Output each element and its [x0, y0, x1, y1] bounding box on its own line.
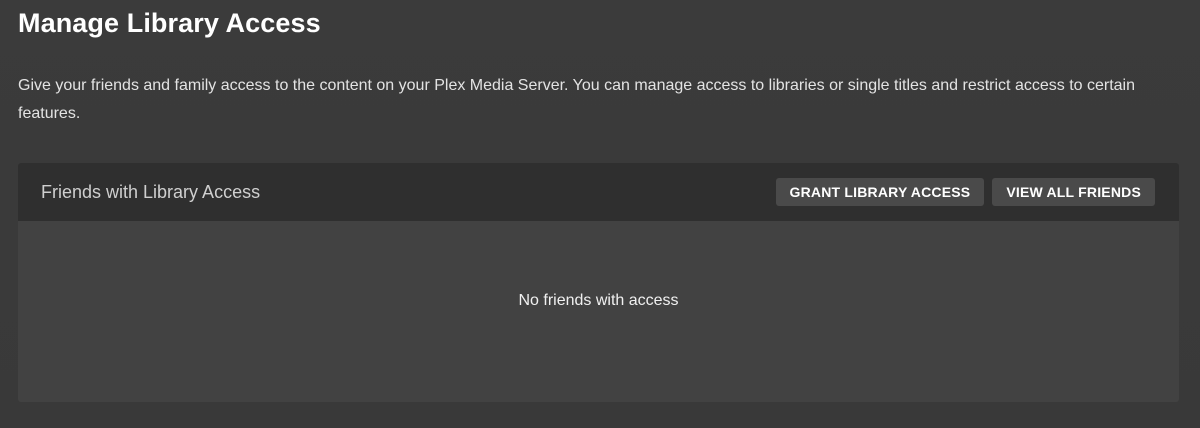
panel-body: No friends with access — [18, 221, 1179, 402]
panel-header: Friends with Library Access GRANT LIBRAR… — [18, 163, 1179, 221]
manage-library-access-page: Manage Library Access Give your friends … — [0, 0, 1200, 428]
empty-state-message: No friends with access — [518, 291, 679, 309]
panel-title: Friends with Library Access — [41, 181, 261, 202]
friends-library-access-panel: Friends with Library Access GRANT LIBRAR… — [18, 163, 1179, 402]
page-description: Give your friends and family access to t… — [18, 77, 1135, 122]
grant-library-access-button[interactable]: GRANT LIBRARY ACCESS — [775, 178, 985, 206]
page-title: Manage Library Access — [18, 8, 321, 38]
view-all-friends-button[interactable]: VIEW ALL FRIENDS — [992, 178, 1155, 206]
panel-actions: GRANT LIBRARY ACCESS VIEW ALL FRIENDS — [775, 178, 1155, 206]
